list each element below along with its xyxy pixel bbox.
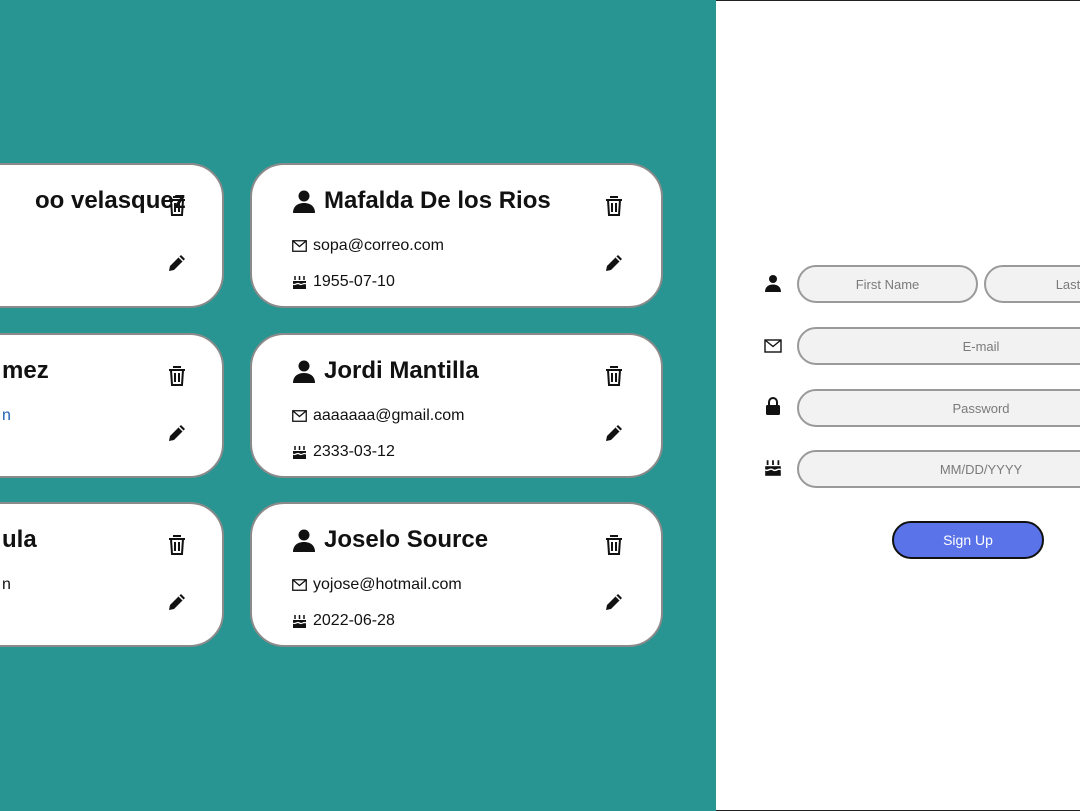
user-card: Jordi Mantilla aaaaaaa@gmail.com 2333-03… xyxy=(250,333,663,478)
user-email: sopa@correo.com xyxy=(292,237,444,255)
delete-icon[interactable] xyxy=(165,364,189,388)
user-birthday: 1955-07-10 xyxy=(292,273,395,291)
user-name: Mafalda De los Rios xyxy=(292,187,551,215)
user-email: n xyxy=(2,576,11,593)
edit-icon[interactable] xyxy=(165,251,189,275)
cake-icon xyxy=(292,445,307,459)
cake-icon xyxy=(292,275,307,289)
user-email: aaaaaaa@gmail.com xyxy=(292,407,464,425)
mail-icon xyxy=(292,579,307,591)
user-card: ula n xyxy=(0,502,224,647)
user-name: oo velasquez xyxy=(35,187,186,214)
users-panel: oo velasquez mez n ula n Mafalda De los … xyxy=(0,0,716,811)
person-icon xyxy=(293,190,315,213)
user-card: mez n xyxy=(0,333,224,478)
user-card: Mafalda De los Rios sopa@correo.com 1955… xyxy=(250,163,663,308)
birthday-input[interactable] xyxy=(797,450,1080,488)
user-name: mez xyxy=(2,357,49,384)
last-name-input[interactable] xyxy=(984,265,1080,303)
cake-icon xyxy=(292,614,307,628)
user-name: Jordi Mantilla xyxy=(292,357,479,385)
user-email: yojose@hotmail.com xyxy=(292,576,462,594)
delete-icon[interactable] xyxy=(602,533,626,557)
sign-up-button[interactable]: Sign Up xyxy=(892,521,1044,559)
signup-panel: Sign Up xyxy=(716,0,1080,811)
mail-icon xyxy=(292,240,307,252)
password-input[interactable] xyxy=(797,389,1080,427)
user-card: oo velasquez xyxy=(0,163,224,308)
edit-icon[interactable] xyxy=(602,251,626,275)
mail-icon xyxy=(764,339,782,353)
user-email: n xyxy=(2,407,11,424)
edit-icon[interactable] xyxy=(165,421,189,445)
user-name: Joselo Source xyxy=(292,526,488,554)
mail-icon xyxy=(292,410,307,422)
first-name-input[interactable] xyxy=(797,265,978,303)
user-name: ula xyxy=(2,526,37,553)
edit-icon[interactable] xyxy=(602,590,626,614)
email-input[interactable] xyxy=(797,327,1080,365)
cake-icon xyxy=(764,460,782,476)
lock-icon xyxy=(766,397,780,415)
edit-icon[interactable] xyxy=(165,590,189,614)
delete-icon[interactable] xyxy=(165,194,189,218)
person-icon xyxy=(765,275,781,292)
user-birthday: 2333-03-12 xyxy=(292,443,395,461)
edit-icon[interactable] xyxy=(602,421,626,445)
delete-icon[interactable] xyxy=(165,533,189,557)
delete-icon[interactable] xyxy=(602,194,626,218)
user-birthday: 2022-06-28 xyxy=(292,612,395,630)
delete-icon[interactable] xyxy=(602,364,626,388)
user-card: Joselo Source yojose@hotmail.com 2022-06… xyxy=(250,502,663,647)
person-icon xyxy=(293,360,315,383)
person-icon xyxy=(293,529,315,552)
